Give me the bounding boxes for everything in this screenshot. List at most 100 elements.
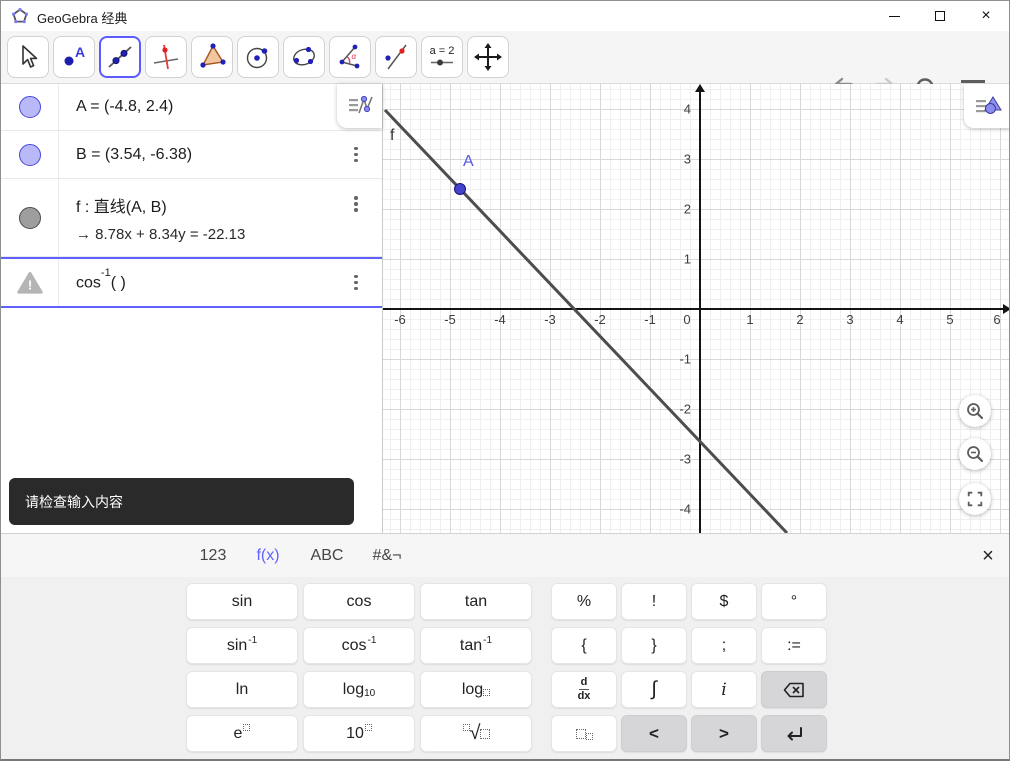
keyboard-tab-123[interactable]: 123 (194, 534, 233, 577)
keyboard-tab-bar: 123 f(x) ABC #&¬ × (1, 534, 1009, 577)
key-percent[interactable]: % (551, 583, 617, 620)
tool-perpendicular-line[interactable] (145, 36, 187, 78)
keyboard-tab-symbols[interactable]: #&¬ (367, 534, 408, 577)
perpendicular-line-icon (153, 44, 179, 70)
geogebra-window: GeoGebra 经典 × A α a = 2 A = (-4.8, 2.4) … (0, 0, 1010, 761)
svg-text:!: ! (27, 277, 31, 292)
visibility-marble-B[interactable] (18, 143, 41, 166)
cursor-icon (22, 45, 38, 68)
row-menu-button[interactable] (346, 192, 366, 216)
tool-polygon[interactable] (191, 36, 233, 78)
key-semicolon[interactable]: ; (691, 627, 757, 664)
point-A[interactable] (454, 183, 466, 195)
row-menu-button[interactable] (346, 271, 366, 295)
minimize-button[interactable] (871, 1, 917, 31)
tool-line[interactable] (99, 36, 141, 78)
algebra-style-icon (348, 95, 373, 114)
key-sin[interactable]: sin (186, 583, 298, 620)
key-degree[interactable]: ° (761, 583, 827, 620)
algebra-row-A[interactable]: A = (-4.8, 2.4) (1, 84, 382, 131)
warning-icon: ! (16, 271, 43, 294)
key-log10[interactable]: log 10 (303, 671, 415, 708)
algebra-stylebar-button[interactable] (337, 84, 382, 128)
key-derivative[interactable]: d dx (551, 671, 617, 708)
window-title: GeoGebra 经典 (37, 11, 128, 26)
tool-angle[interactable]: α (329, 36, 371, 78)
key-assign[interactable]: := (761, 627, 827, 664)
zoom-in-button[interactable] (959, 395, 991, 427)
key-log-base[interactable]: log (420, 671, 532, 708)
visibility-marble-f[interactable] (18, 206, 41, 229)
keyboard-close-button[interactable]: × (977, 545, 999, 567)
line-icon (108, 46, 132, 68)
graphics-view[interactable]: -6 -5 -4 -3 -2 -1 0 1 2 3 4 5 6 4 3 2 1 -1 -2 -3 -4 f A (383, 84, 1010, 533)
key-backspace[interactable] (761, 671, 827, 708)
key-nth-root[interactable]: √ (420, 715, 532, 752)
zoom-out-button[interactable] (959, 438, 991, 470)
ellipse-icon (293, 46, 315, 66)
key-arccos[interactable]: cos -1 (303, 627, 415, 664)
backspace-icon (783, 682, 804, 697)
key-subscript[interactable] (551, 715, 617, 752)
point-icon: A (64, 44, 85, 66)
placeholder-box-icon (243, 724, 251, 731)
tool-ellipse[interactable] (283, 36, 325, 78)
graphics-style-icon (975, 96, 1002, 114)
output-arrow: → (76, 225, 91, 243)
algebra-row-f[interactable]: f : 直线(A, B) → 8.78x + 8.34y = -22.13 (1, 179, 382, 257)
keyboard-symbol-block: % ! $ ° { } ; := d dx ∫ i < > (551, 583, 827, 752)
key-dollar[interactable]: $ (691, 583, 757, 620)
placeholder-box-icon (585, 733, 593, 740)
fullscreen-icon (967, 491, 983, 507)
tool-slider[interactable]: a = 2 (421, 36, 463, 78)
key-factorial[interactable]: ! (621, 583, 687, 620)
algebra-view: A = (-4.8, 2.4) B = (3.54, -6.38) f : 直线… (1, 84, 382, 533)
key-arcsin[interactable]: sin -1 (186, 627, 298, 664)
fullscreen-button[interactable] (959, 483, 991, 515)
algebra-row-B[interactable]: B = (3.54, -6.38) (1, 131, 382, 179)
key-e-power[interactable]: e (186, 715, 298, 752)
tool-point[interactable]: A (53, 36, 95, 78)
tool-move-graphics-view[interactable] (467, 36, 509, 78)
keyboard-tab-abc[interactable]: ABC (305, 534, 350, 577)
tool-move[interactable] (7, 36, 49, 78)
slider-icon: a = 2 (430, 45, 454, 66)
algebra-entry-f-equation: 8.78x + 8.34y = -22.13 (95, 225, 246, 243)
error-tooltip-text: 请检查输入内容 (25, 493, 123, 510)
zoom-in-icon (967, 403, 984, 420)
close-window-button[interactable]: × (963, 1, 1009, 31)
key-ln[interactable]: ln (186, 671, 298, 708)
placeholder-box-icon (462, 724, 470, 731)
circle-center-icon (246, 47, 268, 69)
maximize-button[interactable] (917, 1, 963, 31)
visibility-marble-A[interactable] (18, 96, 41, 118)
key-10-power[interactable]: 10 (303, 715, 415, 752)
key-brace-open[interactable]: { (551, 627, 617, 664)
placeholder-box-icon (480, 728, 491, 739)
key-brace-close[interactable]: } (621, 627, 687, 664)
graphics-stylebar-button[interactable] (964, 84, 1009, 128)
tool-circle-with-center[interactable] (237, 36, 279, 78)
key-cursor-left[interactable]: < (621, 715, 687, 752)
key-enter[interactable] (761, 715, 827, 752)
tool-reflect-about-line[interactable] (375, 36, 417, 78)
algebra-entry-f-definition: f : 直线(A, B) (76, 198, 167, 216)
key-cos[interactable]: cos (303, 583, 415, 620)
algebra-row-input-error[interactable]: ! cos-1( ) (1, 257, 382, 308)
minimize-icon (888, 15, 900, 17)
line-f[interactable] (383, 84, 1010, 533)
input-text-rest: ( ) (110, 274, 126, 292)
enter-icon (787, 726, 802, 740)
svg-text:α: α (352, 52, 357, 61)
angle-icon: α (339, 44, 360, 69)
key-arctan[interactable]: tan -1 (420, 627, 532, 664)
close-icon: × (981, 7, 991, 24)
polygon-icon (200, 43, 226, 68)
error-tooltip: 请检查输入内容 (9, 478, 354, 525)
key-cursor-right[interactable]: > (691, 715, 757, 752)
key-imaginary[interactable]: i (691, 671, 757, 708)
key-integral[interactable]: ∫ (621, 671, 687, 708)
row-menu-button[interactable] (346, 143, 366, 167)
key-tan[interactable]: tan (420, 583, 532, 620)
keyboard-tab-fx[interactable]: f(x) (250, 534, 285, 577)
